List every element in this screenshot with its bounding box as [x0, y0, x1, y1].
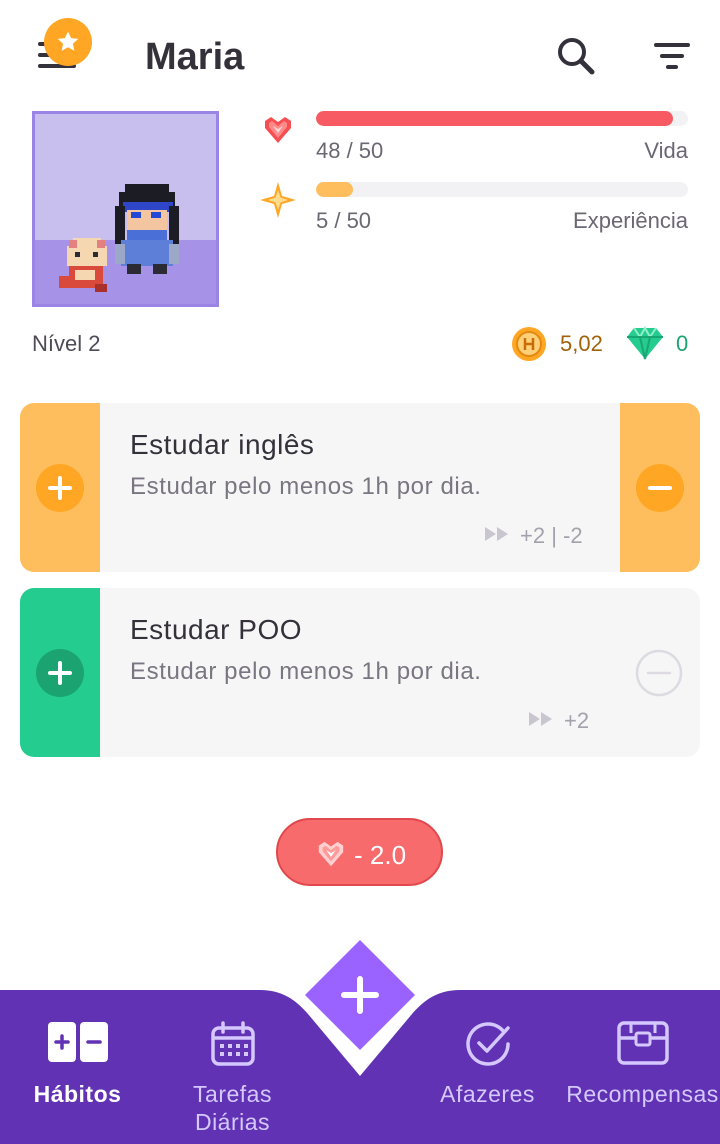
health-bar-fill [316, 111, 674, 126]
nav-item-habits[interactable]: Hábitos [0, 990, 155, 1144]
experience-star-icon [260, 182, 296, 218]
fast-forward-icon [529, 712, 552, 726]
damage-toast: - 2.0 [276, 818, 443, 886]
nav-item-rewards[interactable]: Recompensas [565, 990, 720, 1144]
app-header: Maria [0, 0, 720, 110]
minus-icon [648, 486, 672, 490]
habit-title: Estudar inglês [130, 429, 315, 460]
habit-streak-text: +2 [564, 708, 590, 733]
habit-card[interactable]: Estudar POO Estudar pelo menos 1h por di… [20, 588, 700, 757]
star-icon [57, 31, 79, 51]
health-value: 48 / 50 [316, 138, 384, 163]
habit-plus-button[interactable] [36, 649, 84, 697]
gem-icon [627, 326, 663, 360]
gold-value: 5,02 [560, 331, 603, 356]
add-task-button[interactable] [295, 930, 425, 1060]
habit-negative-area[interactable] [620, 403, 700, 572]
habit-card[interactable]: Estudar inglês Estudar pelo menos 1h por… [20, 403, 700, 572]
check-circle-icon [465, 1022, 510, 1066]
habit-positive-area[interactable] [20, 588, 100, 757]
level-label: Nível 2 [32, 331, 101, 356]
habit-positive-area[interactable] [20, 403, 100, 572]
star-badge [44, 18, 92, 66]
nav-item-todos[interactable]: Afazeres [410, 990, 565, 1144]
experience-value: 5 / 50 [316, 208, 372, 233]
filter-button[interactable] [648, 32, 696, 80]
minus-circle-icon[interactable] [635, 649, 683, 697]
habit-notes: Estudar pelo menos 1h por dia. [130, 473, 482, 500]
heart-icon [318, 841, 344, 867]
nav-label: Hábitos [33, 1081, 122, 1107]
habit-notes: Estudar pelo menos 1h por dia. [130, 658, 482, 685]
nav-label: Tarefas Diárias [193, 1081, 272, 1135]
nav-item-dailies[interactable]: Tarefas Diárias [155, 990, 310, 1144]
filter-icon [654, 43, 690, 69]
plus-icon [48, 476, 72, 500]
experience-label: Experiência [573, 208, 688, 233]
calendar-icon [210, 1021, 255, 1066]
gem-value: 0 [676, 331, 689, 356]
fast-forward-icon [485, 527, 508, 541]
habit-streak-text: +2 | -2 [520, 523, 583, 548]
avatar[interactable] [32, 111, 219, 307]
gold-coin-icon [512, 327, 546, 361]
nav-label: Recompensas [566, 1081, 719, 1107]
habit-plus-button[interactable] [36, 464, 84, 512]
habit-title: Estudar POO [130, 614, 303, 645]
experience-bar [316, 182, 688, 197]
user-name: Maria [145, 36, 245, 78]
habits-icon [47, 1022, 108, 1062]
search-icon [558, 38, 595, 75]
experience-bar-fill [316, 182, 354, 197]
habit-minus-button[interactable] [636, 464, 684, 512]
chest-icon [616, 1021, 669, 1065]
toast-text: - 2.0 [354, 840, 407, 870]
search-button[interactable] [552, 32, 600, 80]
avatar-sprite [59, 184, 179, 292]
health-label: Vida [644, 138, 688, 163]
menu-button[interactable] [32, 18, 92, 80]
heart-icon [265, 117, 291, 143]
nav-label: Afazeres [440, 1081, 535, 1107]
health-bar [316, 111, 688, 126]
plus-icon [48, 661, 72, 685]
